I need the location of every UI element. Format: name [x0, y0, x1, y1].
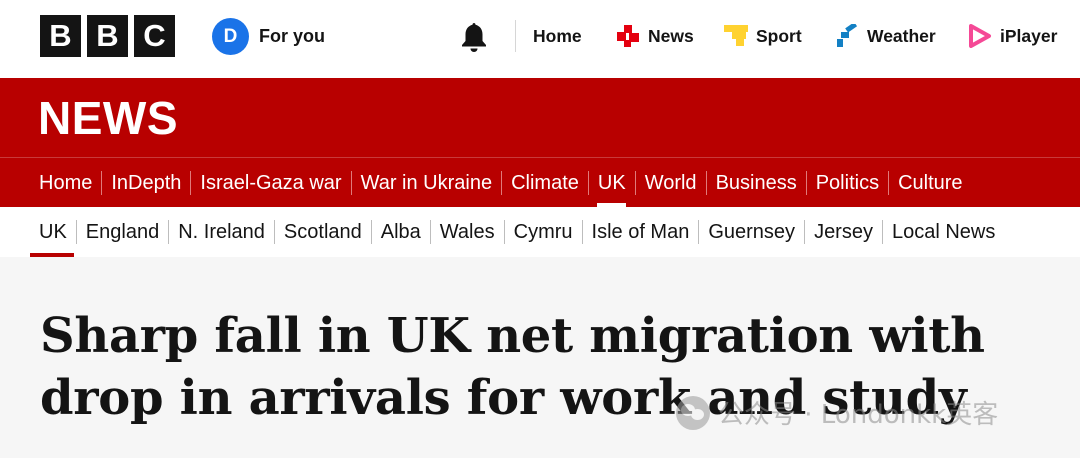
top-nav-label: News	[648, 25, 694, 46]
for-you-button[interactable]: D For you	[212, 18, 325, 55]
news-banner: NEWS	[0, 78, 1080, 157]
section-nav-israel-gaza-war[interactable]: Israel-Gaza war	[191, 158, 350, 208]
section-nav-home[interactable]: Home	[30, 158, 101, 208]
sub-nav-uk[interactable]: UK	[30, 207, 76, 257]
section-nav-item: InDepth	[101, 158, 190, 207]
sub-nav-item: UK	[30, 207, 76, 257]
top-nav-weather[interactable]: Weather	[835, 22, 936, 50]
sub-nav-item: Jersey	[804, 207, 882, 257]
section-nav-item: UK	[588, 158, 635, 207]
sub-nav-jersey[interactable]: Jersey	[805, 207, 882, 257]
sub-nav-item: N. Ireland	[168, 207, 274, 257]
section-nav-politics[interactable]: Politics	[807, 158, 888, 208]
section-nav-item: Climate	[501, 158, 588, 207]
section-nav-item: Israel-Gaza war	[190, 158, 350, 207]
top-nav-sport[interactable]: Sport	[724, 22, 802, 50]
top-nav-iplayer[interactable]: iPlayer	[968, 22, 1057, 50]
sub-nav-alba[interactable]: Alba	[372, 207, 430, 257]
sub-nav-item: Scotland	[274, 207, 371, 257]
section-nav-war-in-ukraine[interactable]: War in Ukraine	[352, 158, 502, 208]
top-bar-divider	[515, 20, 516, 52]
section-nav-business[interactable]: Business	[707, 158, 806, 208]
section-nav-item: Business	[706, 158, 806, 207]
top-nav-label: Home	[533, 25, 582, 46]
section-nav-item: Home	[30, 158, 101, 207]
section-nav-uk[interactable]: UK	[589, 158, 635, 208]
bbc-top-bar: B B C D For you Home News Sport Weather …	[0, 0, 1080, 78]
notifications-bell-icon[interactable]	[458, 20, 490, 54]
iplayer-icon	[969, 24, 991, 48]
news-icon	[617, 25, 639, 47]
wechat-icon	[676, 395, 710, 430]
section-nav-indepth[interactable]: InDepth	[102, 158, 190, 208]
top-nav-news[interactable]: News	[616, 22, 694, 50]
sub-nav-item: Alba	[371, 207, 430, 257]
for-you-label: For you	[259, 26, 325, 46]
sub-nav-cymru[interactable]: Cymru	[505, 207, 582, 257]
section-nav-item: War in Ukraine	[351, 158, 502, 207]
sub-nav-wales[interactable]: Wales	[431, 207, 504, 257]
sub-nav-n-ireland[interactable]: N. Ireland	[169, 207, 274, 257]
sub-nav-scotland[interactable]: Scotland	[275, 207, 371, 257]
sub-nav-isle-of-man[interactable]: Isle of Man	[583, 207, 699, 257]
sub-nav-item: Wales	[430, 207, 504, 257]
wechat-watermark: 公众号 · Londonkk英客	[676, 394, 998, 431]
top-nav-home[interactable]: Home	[533, 22, 582, 50]
watermark-text: 公众号 · Londonkk英客	[718, 400, 999, 430]
top-nav-label: Sport	[756, 25, 802, 46]
bbc-logo-letter: B	[87, 15, 128, 57]
section-nav-climate[interactable]: Climate	[502, 158, 588, 208]
bbc-logo-letter: C	[134, 15, 175, 57]
sub-nav-local-news[interactable]: Local News	[883, 207, 1004, 257]
news-wordmark[interactable]: NEWS	[38, 94, 178, 142]
uk-sub-nav: UK England N. Ireland Scotland Alba Wale…	[0, 207, 1080, 257]
section-nav-culture[interactable]: Culture	[889, 158, 971, 208]
top-nav-label: Weather	[867, 25, 936, 46]
weather-icon	[837, 24, 858, 47]
section-nav-item: World	[635, 158, 706, 207]
avatar: D	[212, 18, 249, 55]
sub-nav-item: England	[76, 207, 168, 257]
top-nav-label: iPlayer	[1000, 25, 1058, 46]
bbc-logo-letter: B	[40, 15, 81, 57]
sport-icon	[724, 25, 748, 46]
section-nav: Home InDepth Israel-Gaza war War in Ukra…	[0, 157, 1080, 207]
sub-nav-item: Isle of Man	[582, 207, 699, 257]
section-nav-item: Politics	[806, 158, 888, 207]
section-nav-world[interactable]: World	[636, 158, 706, 208]
sub-nav-item: Guernsey	[698, 207, 804, 257]
sub-nav-england[interactable]: England	[77, 207, 168, 257]
bbc-logo[interactable]: B B C	[40, 15, 175, 57]
sub-nav-item: Local News	[882, 207, 1004, 257]
sub-nav-item: Cymru	[504, 207, 582, 257]
sub-nav-guernsey[interactable]: Guernsey	[699, 207, 804, 257]
section-nav-item: Culture	[888, 158, 971, 207]
